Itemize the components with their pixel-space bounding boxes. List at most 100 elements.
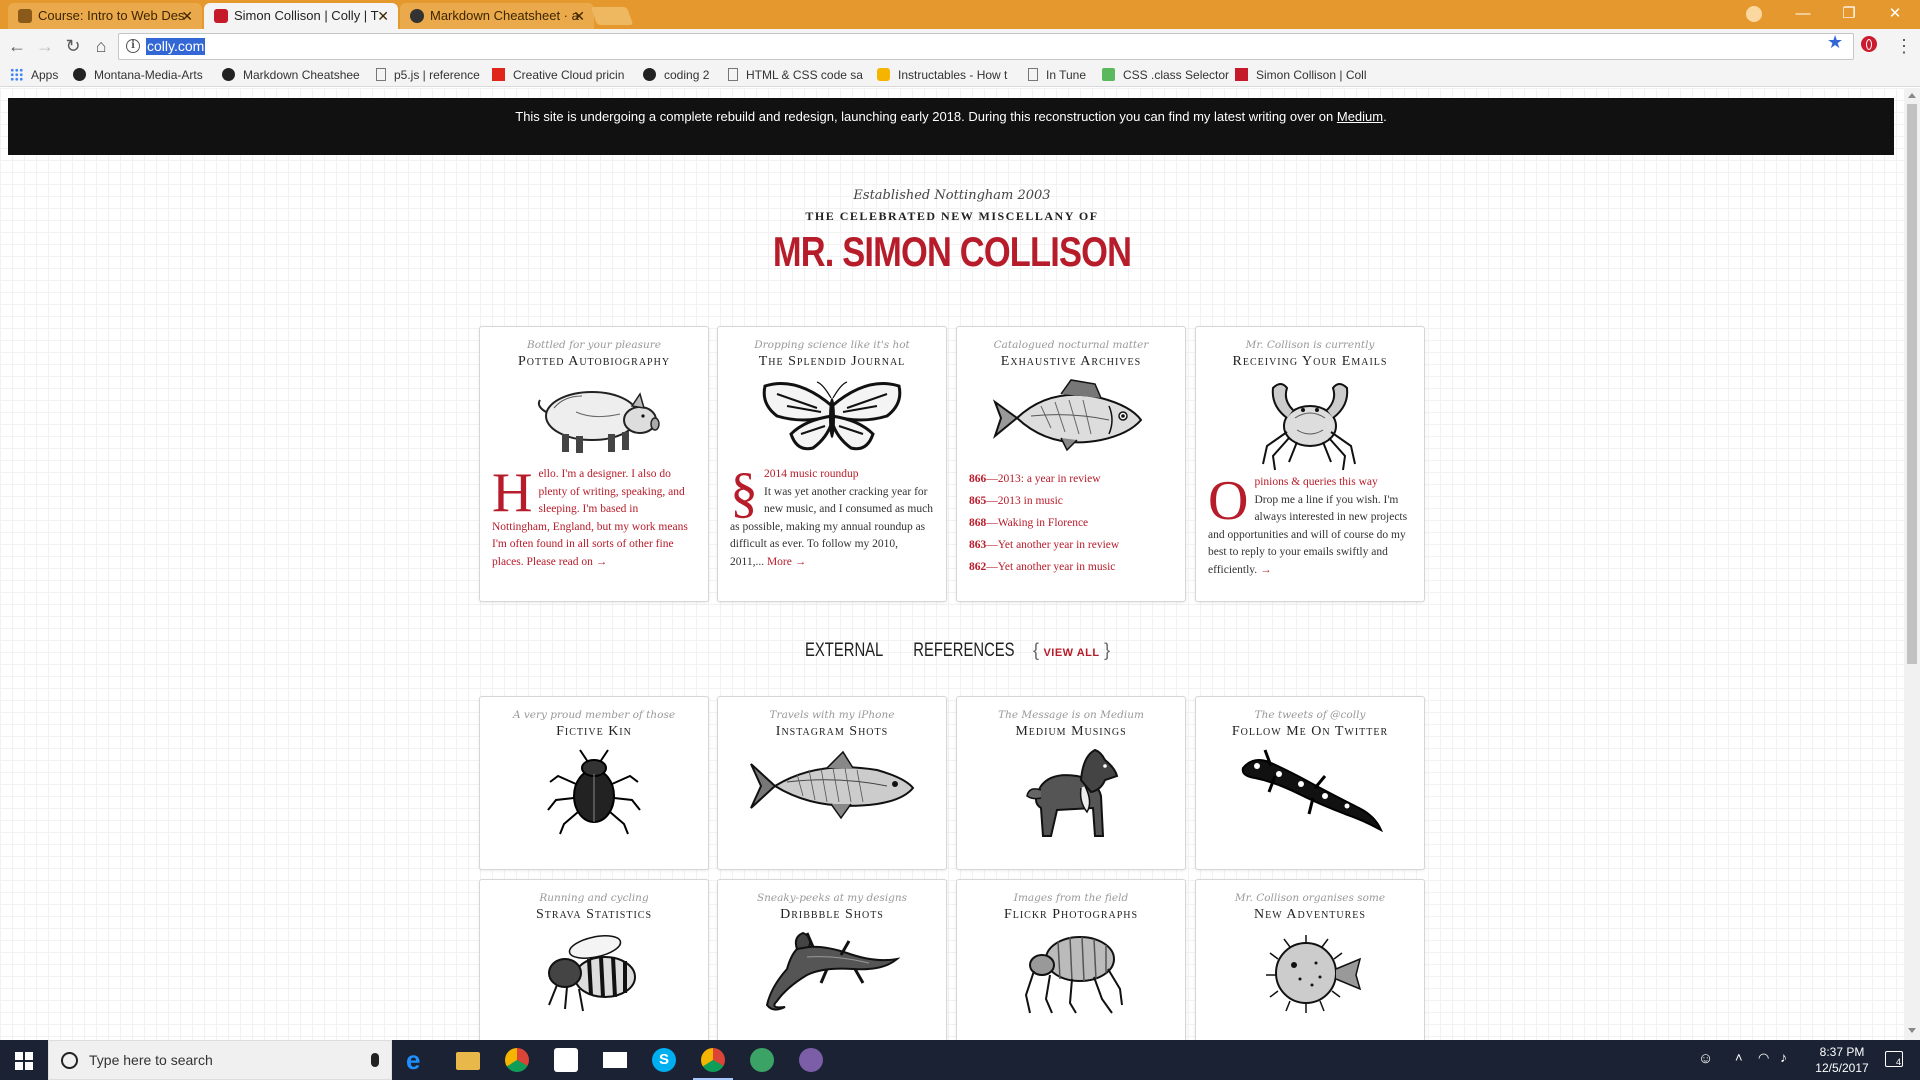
chrome-icon[interactable] — [505, 1048, 529, 1072]
chrome-active-icon[interactable] — [701, 1048, 725, 1072]
home-icon[interactable]: ⌂ — [90, 35, 112, 57]
microphone-icon[interactable] — [371, 1053, 379, 1067]
mail-icon[interactable] — [603, 1052, 627, 1068]
atom-icon[interactable] — [750, 1048, 774, 1072]
store-icon[interactable] — [554, 1048, 578, 1072]
bookmark-html-css[interactable]: HTML & CSS code sa — [728, 67, 864, 85]
bookmark-montana[interactable]: Montana-Media-Arts — [73, 67, 209, 85]
ref-card-new-adventures[interactable]: Mr. Collison organises some New Adventur… — [1195, 879, 1425, 1040]
read-on-link[interactable]: Please read on → — [526, 556, 607, 568]
start-button[interactable] — [0, 1040, 48, 1080]
card-title[interactable]: New Adventures — [1196, 907, 1424, 923]
ref-card-twitter[interactable]: The tweets of @colly Follow Me On Twitte… — [1195, 696, 1425, 870]
card-emails[interactable]: Mr. Collison is currently Receiving Your… — [1195, 326, 1425, 602]
edge-icon[interactable]: e — [406, 1047, 430, 1073]
cortana-icon — [61, 1052, 78, 1069]
minimize-button[interactable]: — — [1780, 0, 1826, 29]
taskbar-search[interactable]: Type here to search — [48, 1040, 392, 1080]
ref-card-strava[interactable]: Running and cycling Strava Statistics — [479, 879, 709, 1040]
network-icon[interactable]: ◠ — [1758, 1050, 1769, 1066]
new-tab-button[interactable] — [590, 7, 634, 25]
card-autobiography[interactable]: Bottled for your pleasure Potted Autobio… — [479, 326, 709, 602]
email-arrow-link[interactable]: → — [1260, 564, 1272, 576]
scroll-down-arrow-icon[interactable] — [1908, 1028, 1916, 1033]
tab-close-icon[interactable]: ✕ — [181, 3, 193, 29]
bookmark-markdown[interactable]: Markdown Cheatshee — [222, 67, 362, 85]
rebuild-notice-banner: This site is undergoing a complete rebui… — [8, 98, 1894, 155]
card-title[interactable]: Follow Me On Twitter — [1196, 724, 1424, 740]
ref-card-flickr[interactable]: Images from the field Flickr Photographs — [956, 879, 1186, 1040]
bookmark-css-class[interactable]: CSS .class Selector — [1102, 67, 1229, 85]
archive-item[interactable]: 863—Yet another year in review — [969, 534, 1173, 556]
archive-item[interactable]: 862—Yet another year in music — [969, 556, 1173, 578]
bookmark-label: HTML & CSS code sa — [746, 68, 863, 82]
bookmark-simon-collison[interactable]: Simon Collison | Coll — [1235, 67, 1375, 85]
card-title[interactable]: Dribbble Shots — [718, 907, 946, 923]
ref-card-medium[interactable]: The Message is on Medium Medium Musings — [956, 696, 1186, 870]
card-title[interactable]: The Splendid Journal — [718, 354, 946, 370]
journal-entry-link[interactable]: 2014 music roundup — [764, 468, 859, 480]
card-archives[interactable]: Catalogued nocturnal matter Exhaustive A… — [956, 326, 1186, 602]
archive-item[interactable]: 868—Waking in Florence — [969, 512, 1173, 534]
card-journal[interactable]: Dropping science like it's hot The Splen… — [717, 326, 947, 602]
bookmark-star-icon[interactable]: ★ — [1827, 32, 1843, 53]
reload-icon[interactable]: ↻ — [62, 35, 84, 57]
archive-title: —2013: a year in review — [986, 473, 1101, 485]
opinions-link[interactable]: pinions & queries this way — [1254, 476, 1377, 488]
close-window-button[interactable]: ✕ — [1872, 0, 1918, 29]
forward-arrow-icon[interactable]: → — [34, 35, 56, 57]
ref-card-dribbble[interactable]: Sneaky-peeks at my designs Dribbble Shot… — [717, 879, 947, 1040]
file-explorer-icon[interactable] — [456, 1052, 480, 1070]
bookmark-apps[interactable]: Apps — [10, 67, 58, 85]
system-clock[interactable]: 8:37 PM 12/5/2017 — [1808, 1044, 1876, 1076]
archive-item[interactable]: 865—2013 in music — [969, 490, 1173, 512]
card-title[interactable]: Receiving Your Emails — [1196, 354, 1424, 370]
ref-card-instagram[interactable]: Travels with my iPhone Instagram Shots — [717, 696, 947, 870]
tab-close-icon[interactable]: ✕ — [377, 3, 389, 29]
page-scrollbar[interactable] — [1904, 88, 1920, 1040]
bookmark-p5js[interactable]: p5.js | reference — [376, 67, 480, 85]
bookmark-coding2[interactable]: coding 2 — [643, 67, 709, 85]
archive-item[interactable]: 866—2013: a year in review — [969, 468, 1173, 490]
view-all-link[interactable]: VIEW ALL — [1043, 647, 1099, 659]
tab-markdown[interactable]: Markdown Cheatsheet · a ✕ — [400, 3, 594, 29]
ref-card-fictive-kin[interactable]: A very proud member of those Fictive Kin — [479, 696, 709, 870]
card-title[interactable]: Exhaustive Archives — [957, 354, 1185, 370]
site-title[interactable]: MR. SIMON COLLISON — [171, 228, 1732, 276]
back-arrow-icon[interactable]: ← — [6, 35, 28, 57]
section-dropcap: § — [730, 462, 758, 524]
scrollbar-thumb[interactable] — [1907, 104, 1917, 664]
tray-expand-icon[interactable]: ˄ — [1735, 1050, 1743, 1065]
volume-icon[interactable]: ♪ — [1780, 1049, 1787, 1065]
address-bar[interactable]: i colly.com — [118, 33, 1854, 60]
card-title[interactable]: Instagram Shots — [718, 724, 946, 740]
card-subtitle: Catalogued nocturnal matter — [993, 339, 1149, 351]
bookmark-creative-cloud[interactable]: Creative Cloud pricin — [492, 67, 632, 85]
skype-icon[interactable]: S — [652, 1048, 676, 1072]
card-title[interactable]: Potted Autobiography — [480, 354, 708, 370]
app-icon[interactable] — [799, 1048, 823, 1072]
profile-icon[interactable] — [1746, 6, 1762, 22]
github-icon — [73, 68, 86, 81]
info-icon[interactable]: i — [126, 39, 140, 53]
card-subtitle: The tweets of @colly — [1254, 709, 1366, 721]
bookmark-in-tune[interactable]: In Tune — [1028, 67, 1086, 85]
opera-extension-icon[interactable] — [1861, 36, 1877, 52]
banner-text: This site is undergoing a complete rebui… — [515, 109, 1337, 124]
card-title[interactable]: Fictive Kin — [480, 724, 708, 740]
card-title[interactable]: Strava Statistics — [480, 907, 708, 923]
tab-course[interactable]: Course: Intro to Web Des ✕ — [8, 3, 202, 29]
restore-button[interactable]: ❐ — [1826, 0, 1872, 29]
more-link[interactable]: More → — [767, 556, 806, 568]
menu-dots-icon[interactable]: ⋮ — [1895, 33, 1913, 59]
card-title[interactable]: Flickr Photographs — [957, 907, 1185, 923]
scroll-up-arrow-icon[interactable] — [1908, 93, 1916, 98]
bookmark-instructables[interactable]: Instructables - How t — [877, 67, 1013, 85]
card-title[interactable]: Medium Musings — [957, 724, 1185, 740]
url-text[interactable]: colly.com — [146, 38, 206, 55]
tab-close-icon[interactable]: ✕ — [573, 3, 585, 29]
people-icon[interactable]: ☺ — [1698, 1050, 1713, 1067]
tab-simon-collison[interactable]: Simon Collison | Colly | T ✕ — [204, 3, 398, 29]
action-center-icon[interactable]: 4 — [1885, 1051, 1903, 1067]
medium-link[interactable]: Medium — [1337, 109, 1383, 124]
